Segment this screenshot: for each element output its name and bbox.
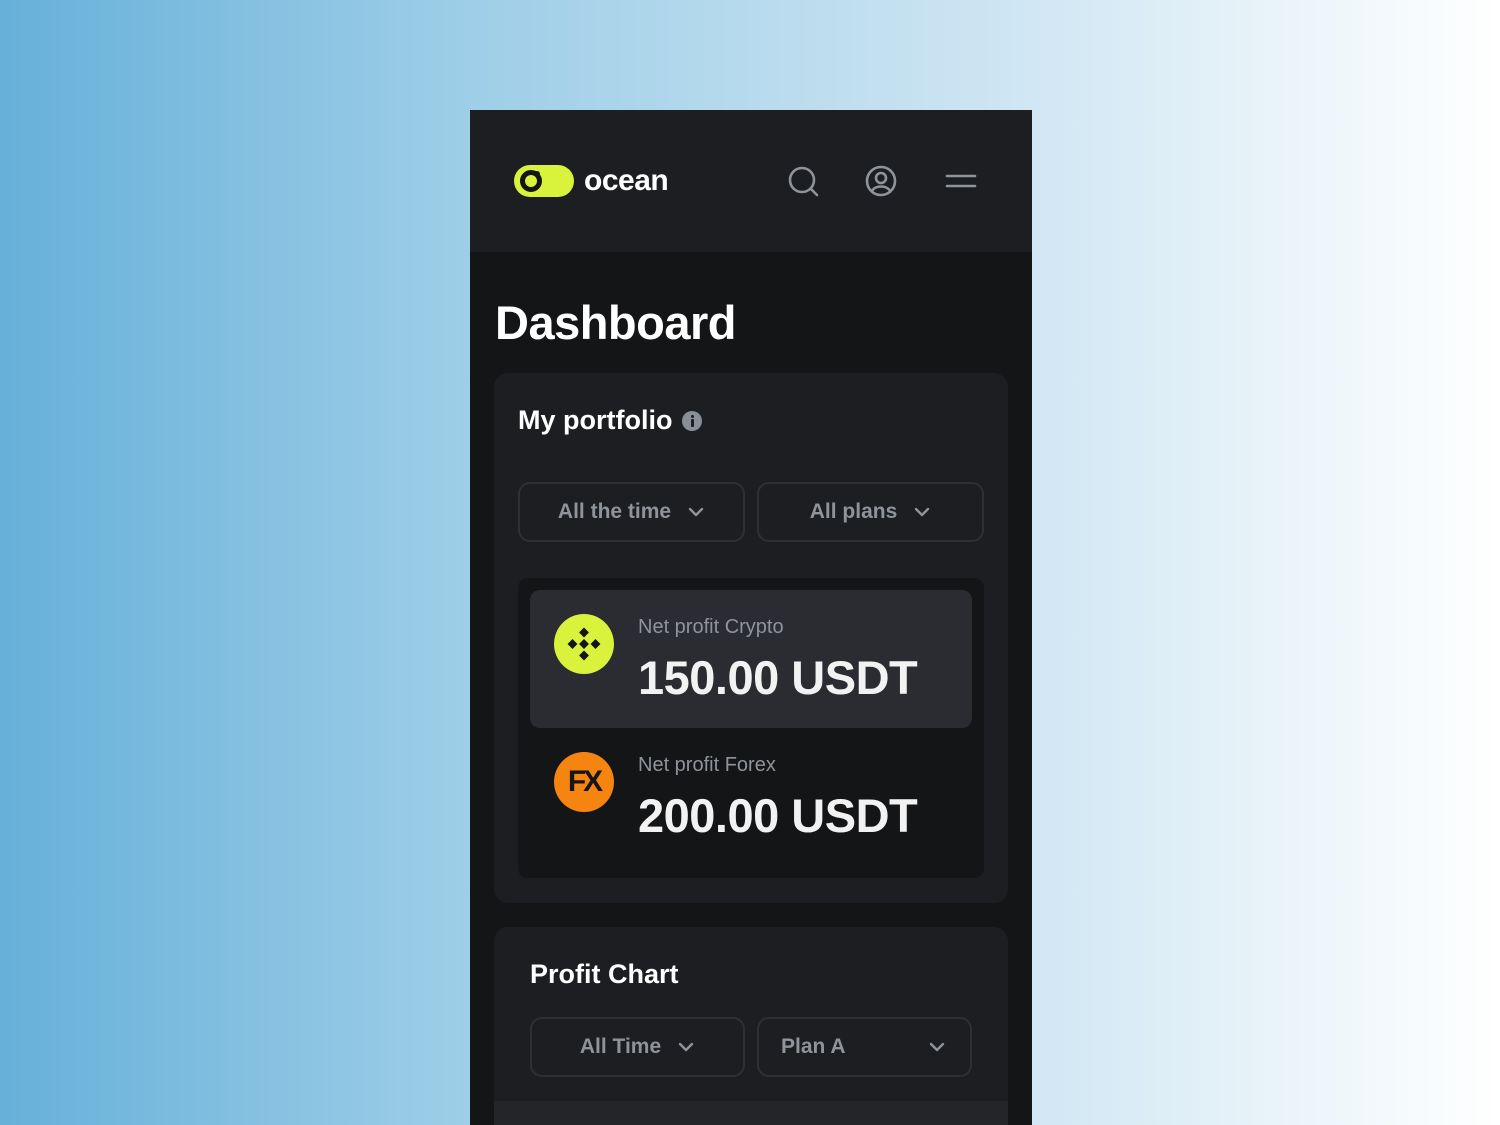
net-profit-forex-item[interactable]: FX Net profit Forex 200.00 USDT <box>530 728 972 866</box>
net-profit-value: 200.00 USDT <box>638 789 918 842</box>
brand-name: ocean <box>584 164 669 197</box>
portfolio-title: My portfolio <box>518 405 673 435</box>
portfolio-card: My portfolio All the time All plans Net … <box>494 373 1008 903</box>
menu-icon[interactable] <box>944 164 978 198</box>
forex-icon: FX <box>554 752 614 812</box>
search-icon[interactable] <box>786 164 820 198</box>
chart-plan-select[interactable]: Plan A <box>757 1017 972 1077</box>
net-profit-crypto-item[interactable]: Net profit Crypto 150.00 USDT <box>530 590 972 728</box>
chevron-down-icon <box>913 503 931 521</box>
binance-coin-icon <box>554 614 614 674</box>
period-select[interactable]: All the time <box>518 482 745 542</box>
logo-mark-icon <box>514 165 574 197</box>
profit-chart-card: Profit Chart All Time Plan A <box>494 927 1008 1125</box>
plan-select-value: All plans <box>809 500 898 523</box>
chevron-down-icon <box>687 503 705 521</box>
chevron-down-icon <box>928 1038 946 1056</box>
chevron-down-icon <box>677 1038 695 1056</box>
net-profit-label: Net profit Forex <box>638 754 776 776</box>
chart-plan-select-value: Plan A <box>781 1035 846 1058</box>
chart-period-select-value: All Time <box>579 1035 662 1058</box>
net-profit-list: Net profit Crypto 150.00 USDT FX Net pro… <box>518 578 984 878</box>
info-icon[interactable] <box>682 410 703 431</box>
page-title: Dashboard <box>495 296 737 349</box>
period-select-value: All the time <box>557 500 672 523</box>
net-profit-value: 150.00 USDT <box>638 651 918 704</box>
header: ocean <box>470 110 1032 252</box>
plan-select[interactable]: All plans <box>757 482 984 542</box>
chart-area <box>494 1101 1008 1125</box>
profit-chart-title: Profit Chart <box>530 959 679 989</box>
chart-period-select[interactable]: All Time <box>530 1017 745 1077</box>
net-profit-label: Net profit Crypto <box>638 616 784 638</box>
portfolio-title-row: My portfolio <box>518 405 703 436</box>
brand-logo[interactable]: ocean <box>514 164 669 198</box>
app-screen: ocean Dashboard My portfolio All the tim… <box>470 110 1032 1125</box>
user-circle-icon[interactable] <box>864 164 898 198</box>
